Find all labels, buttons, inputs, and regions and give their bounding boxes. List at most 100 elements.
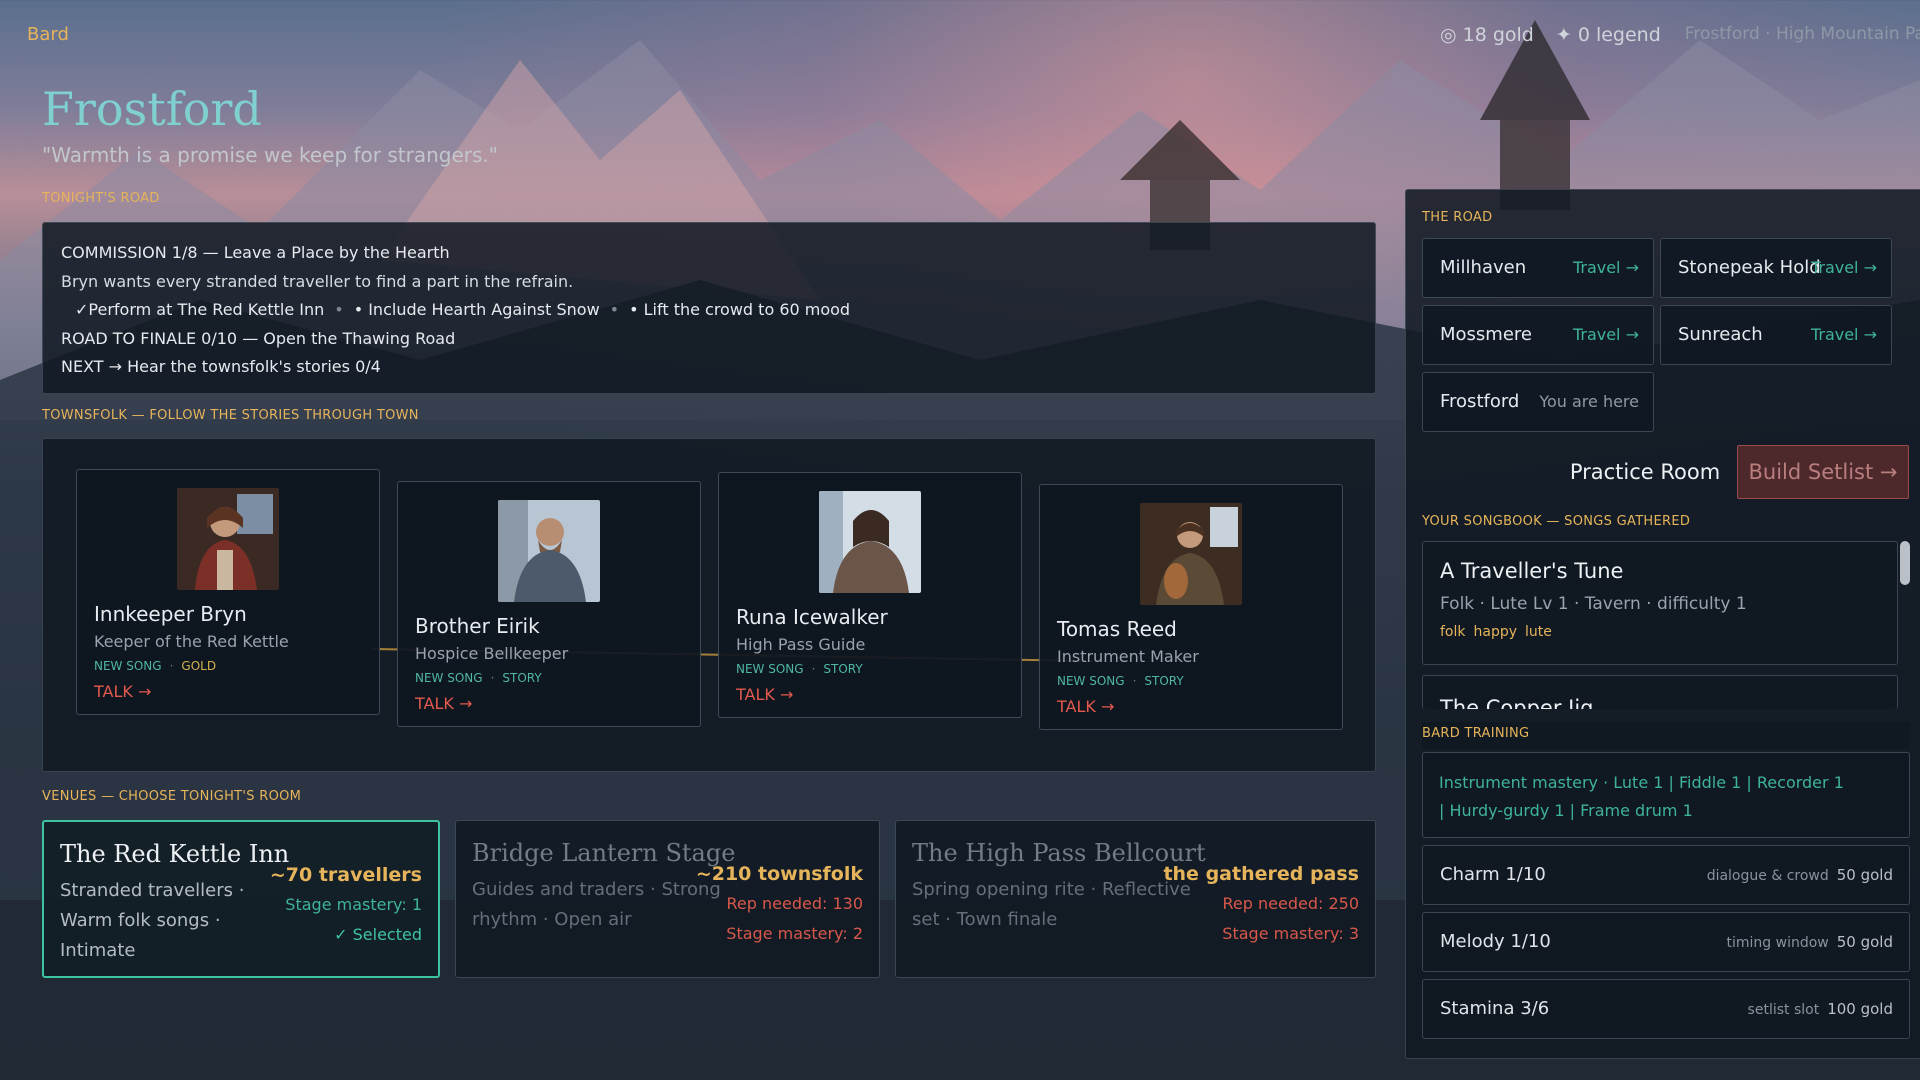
tag-separator: · — [1132, 674, 1137, 688]
venue-crowd: ~70 travellers — [269, 864, 422, 886]
section-label-training: BARD TRAINING — [1422, 722, 1910, 749]
tag-new-song: NEW SONG — [94, 659, 162, 673]
tag-gold: GOLD — [181, 659, 217, 673]
travel-button[interactable]: Travel → — [1811, 325, 1877, 344]
npc-name: Innkeeper Bryn — [94, 602, 247, 626]
section-label-tonights-road: TONIGHT'S ROAD — [42, 191, 160, 206]
top-hud: Bard ◎ 18 gold ✦ 0 legend Frostford · Hi… — [27, 22, 1920, 48]
song-card[interactable]: A Traveller's Tune Folk · Lute Lv 1 · Ta… — [1422, 541, 1898, 665]
npc-card-runa-icewalker[interactable]: Runa Icewalker High Pass Guide NEW SONG … — [718, 472, 1022, 718]
current-location-label: You are here — [1539, 392, 1639, 411]
song-meta: Folk · Lute Lv 1 · Tavern · difficulty 1 — [1440, 594, 1747, 614]
train-stat-info: timing window 50 gold — [1727, 933, 1893, 951]
travel-button[interactable]: Travel → — [1573, 258, 1639, 277]
tonights-road-panel: COMMISSION 1/8 — Leave a Place by the He… — [42, 222, 1376, 394]
section-label-townsfolk: TOWNSFOLK — FOLLOW THE STORIES THROUGH T… — [42, 408, 419, 423]
train-effect: dialogue & crowd — [1706, 868, 1829, 884]
portrait-tomas-reed — [1140, 503, 1242, 605]
tag-new-song: NEW SONG — [736, 662, 804, 676]
tag-separator: · — [811, 662, 816, 676]
route-millhaven[interactable]: Millhaven Travel → — [1422, 238, 1654, 298]
venue-card-high-pass-bellcourt[interactable]: The High Pass Bellcourt Spring opening r… — [895, 820, 1376, 978]
venue-description: Stranded travellers · Warm folk songs · … — [60, 876, 244, 966]
legend-counter: ✦ 0 legend — [1555, 24, 1661, 46]
song-tag: lute — [1525, 624, 1552, 640]
build-setlist-button[interactable]: Build Setlist → — [1737, 445, 1909, 499]
townsfolk-panel: Innkeeper Bryn Keeper of the Red Kettle … — [42, 438, 1376, 772]
section-label-venues: VENUES — CHOOSE TONIGHT'S ROOM — [42, 789, 302, 804]
objective-separator: • — [334, 300, 344, 319]
town-title: Frostford — [42, 82, 262, 136]
venue-desc-line: rhythm · Open air — [472, 909, 632, 930]
npc-name: Runa Icewalker — [736, 605, 888, 629]
talk-button[interactable]: TALK → — [736, 685, 793, 704]
route-name: Mossmere — [1440, 324, 1532, 345]
town-quote: "Warmth is a promise we keep for strange… — [42, 143, 498, 167]
song-tag: folk — [1440, 624, 1466, 640]
song-title: The Copper Jig — [1440, 696, 1594, 709]
tag-separator: · — [169, 659, 174, 673]
train-melody-row[interactable]: Melody 1/10 timing window 50 gold — [1422, 912, 1910, 972]
npc-tags: NEW SONG · STORY — [736, 662, 863, 676]
train-stat-name: Melody 1/10 — [1440, 931, 1551, 952]
venue-card-red-kettle-inn[interactable]: The Red Kettle Inn Stranded travellers ·… — [42, 820, 440, 978]
venue-stats: the gathered pass Rep needed: 250 Stage … — [1163, 859, 1359, 949]
train-cost: 50 gold — [1836, 866, 1893, 884]
travel-button[interactable]: Travel → — [1811, 258, 1877, 277]
resource-stats: ◎ 18 gold ✦ 0 legend Frostford · High Mo… — [1440, 24, 1920, 46]
train-effect: setlist slot — [1747, 1002, 1820, 1018]
npc-role: High Pass Guide — [736, 635, 866, 654]
tag-story: STORY — [1144, 674, 1184, 688]
venue-name: The Red Kettle Inn — [60, 840, 290, 868]
venue-desc-line: Spring opening rite · Reflective — [912, 879, 1191, 900]
selected-indicator: ✓ Selected — [334, 925, 422, 944]
npc-card-brother-eirik[interactable]: Brother Eirik Hospice Bellkeeper NEW SON… — [397, 481, 701, 727]
practice-room-button[interactable]: Practice Room — [1555, 445, 1735, 499]
train-stat-info: dialogue & crowd 50 gold — [1707, 866, 1893, 884]
route-name: Stonepeak Hold — [1678, 257, 1821, 278]
talk-button[interactable]: TALK → — [415, 694, 472, 713]
venue-card-bridge-lantern-stage[interactable]: Bridge Lantern Stage Guides and traders … — [455, 820, 880, 978]
npc-card-innkeeper-bryn[interactable]: Innkeeper Bryn Keeper of the Red Kettle … — [76, 469, 380, 715]
commission-title: COMMISSION 1/8 — Leave a Place by the He… — [61, 243, 450, 262]
song-tag: happy — [1473, 624, 1518, 640]
npc-tags: NEW SONG · STORY — [415, 671, 542, 685]
npc-role: Hospice Bellkeeper — [415, 644, 569, 663]
objective-item: ✓Perform at The Red Kettle Inn — [75, 300, 325, 319]
venue-desc-line: Guides and traders · Strong — [472, 879, 721, 900]
commission-description: Bryn wants every stranded traveller to f… — [61, 271, 574, 291]
train-stat-name: Stamina 3/6 — [1440, 998, 1550, 1019]
talk-button[interactable]: TALK → — [94, 682, 151, 701]
song-card[interactable]: The Copper Jig — [1422, 675, 1898, 709]
travel-button[interactable]: Travel → — [1573, 325, 1639, 344]
portrait-innkeeper-bryn — [177, 488, 279, 590]
route-stonepeak-hold[interactable]: Stonepeak Hold Travel → — [1660, 238, 1892, 298]
talk-button[interactable]: TALK → — [1057, 697, 1114, 716]
npc-name: Tomas Reed — [1057, 617, 1177, 641]
route-name: Millhaven — [1440, 257, 1527, 278]
route-sunreach[interactable]: Sunreach Travel → — [1660, 305, 1892, 365]
tag-story: STORY — [502, 671, 542, 685]
tag-new-song: NEW SONG — [1057, 674, 1125, 688]
npc-tags: NEW SONG · GOLD — [94, 659, 216, 673]
gold-counter: ◎ 18 gold — [1440, 24, 1534, 46]
route-mossmere[interactable]: Mossmere Travel → — [1422, 305, 1654, 365]
stage-mastery: Stage mastery: 1 — [285, 895, 422, 914]
venue-stats: ~210 townsfolk Rep needed: 130 Stage mas… — [696, 859, 863, 949]
songbook-scrollbar[interactable] — [1900, 541, 1910, 585]
finale-progress: ROAD TO FINALE 0/10 — Open the Thawing R… — [61, 328, 456, 348]
train-charm-row[interactable]: Charm 1/10 dialogue & crowd 50 gold — [1422, 845, 1910, 905]
npc-card-tomas-reed[interactable]: Tomas Reed Instrument Maker NEW SONG · S… — [1039, 484, 1343, 730]
objective-separator: • — [609, 300, 620, 319]
train-cost: 50 gold — [1836, 933, 1893, 951]
song-title: A Traveller's Tune — [1440, 559, 1624, 583]
instrument-mastery-panel: Instrument mastery · Lute 1 | Fiddle 1 |… — [1422, 752, 1910, 838]
train-stamina-row[interactable]: Stamina 3/6 setlist slot 100 gold — [1422, 979, 1910, 1039]
location-breadcrumb: Frostford · High Mountain Pa — [1684, 24, 1920, 44]
song-tags: folk happy lute — [1440, 624, 1552, 640]
venue-desc-line: Intimate — [60, 940, 136, 961]
section-label-songbook: YOUR SONGBOOK — SONGS GATHERED — [1422, 514, 1691, 529]
tag-new-song: NEW SONG — [415, 671, 483, 685]
train-stat-name: Charm 1/10 — [1440, 864, 1546, 885]
stage-mastery: Stage mastery: 3 — [1222, 924, 1359, 943]
